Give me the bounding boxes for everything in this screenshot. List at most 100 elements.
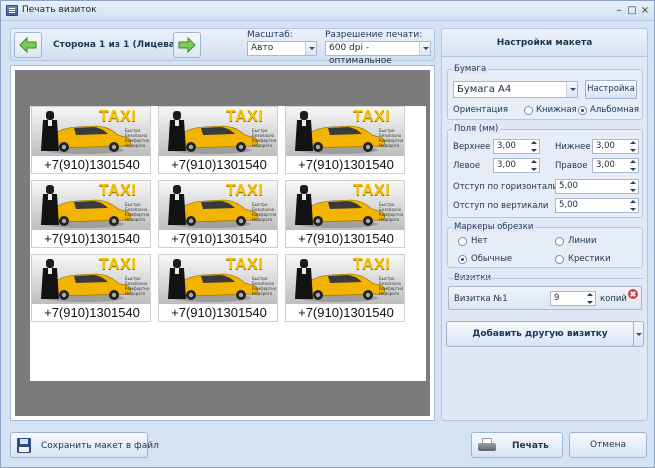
card-tagline: Быстро Безопасно Комфортно Недорого bbox=[252, 202, 277, 222]
card-tagline: Быстро Безопасно Комфортно Недорого bbox=[379, 276, 404, 296]
chevron-down-icon[interactable] bbox=[419, 42, 430, 55]
right-margin-value: 3,00 bbox=[596, 160, 615, 170]
remove-card-icon[interactable] bbox=[628, 289, 638, 299]
portrait-label: Книжная bbox=[536, 105, 577, 115]
left-margin-value: 3,00 bbox=[497, 160, 516, 170]
card-brand: TAXI bbox=[99, 256, 137, 273]
margins-group-title: Поля (мм) bbox=[452, 124, 501, 134]
add-card-button[interactable]: Добавить другую визитку bbox=[446, 321, 634, 347]
spinner-icon[interactable] bbox=[629, 141, 637, 152]
vgap-label: Отступ по вертикали bbox=[453, 201, 549, 211]
card-brand: TAXI bbox=[226, 256, 264, 273]
crop-none-label: Нет bbox=[471, 236, 488, 246]
card-phone: +7(910)1301540 bbox=[298, 157, 394, 172]
right-margin-input[interactable]: 3,00 bbox=[592, 158, 639, 173]
print-label: Печать bbox=[512, 441, 549, 451]
next-page-button[interactable] bbox=[173, 32, 201, 58]
business-card: TAXI Быстро Безопасно Комфортно Недорого +… bbox=[158, 180, 278, 248]
card-phone: +7(910)1301540 bbox=[171, 231, 267, 246]
prev-page-button[interactable] bbox=[14, 32, 42, 58]
card-phone: +7(910)1301540 bbox=[44, 157, 140, 172]
chevron-down-icon[interactable] bbox=[305, 42, 316, 55]
card-brand: TAXI bbox=[99, 108, 137, 125]
card-brand: TAXI bbox=[226, 182, 264, 199]
minimize-icon[interactable]: – bbox=[612, 4, 626, 17]
bottom-margin-value: 3,00 bbox=[596, 141, 615, 151]
resolution-value: 600 dpi - оптимальное bbox=[329, 43, 392, 66]
business-card: TAXI Быстро Безопасно Комфортно Недорого +… bbox=[158, 254, 278, 322]
left-margin-input[interactable]: 3,00 bbox=[493, 158, 540, 173]
hgap-input[interactable]: 5,00 bbox=[555, 179, 639, 194]
top-margin-input[interactable]: 3,00 bbox=[493, 139, 540, 154]
crop-normal-radio[interactable] bbox=[458, 255, 467, 264]
spinner-icon[interactable] bbox=[530, 141, 538, 152]
chevron-down-icon[interactable] bbox=[633, 321, 644, 347]
spinner-icon[interactable] bbox=[629, 160, 637, 171]
app-icon bbox=[6, 5, 18, 16]
spinner-icon[interactable] bbox=[629, 181, 637, 192]
copies-label: копий bbox=[600, 294, 627, 304]
left-margin-label: Левое bbox=[453, 161, 481, 171]
card-tagline: Быстро Безопасно Комфортно Недорого bbox=[379, 202, 404, 222]
maximize-icon[interactable]: □ bbox=[625, 4, 639, 17]
card-phone: +7(910)1301540 bbox=[171, 305, 267, 320]
preview-toolbar: Сторона 1 из 1 (Лицевая) Масштаб: Авто Р… bbox=[10, 28, 435, 66]
paper-sheet: TAXI Быстро Безопасно Комфортно Недорого +… bbox=[30, 106, 426, 381]
margins-group: Поля (мм) Верхнее 3,00 Нижнее 3,00 Левое… bbox=[447, 124, 643, 218]
card-phone: +7(910)1301540 bbox=[44, 305, 140, 320]
landscape-label: Альбомная bbox=[590, 105, 639, 115]
settings-header: Настройки макета bbox=[442, 29, 647, 57]
close-icon[interactable]: × bbox=[638, 4, 652, 17]
paper-setup-button[interactable]: Настройка bbox=[585, 80, 637, 99]
paper-select[interactable]: Бумага А4 bbox=[453, 81, 578, 98]
top-margin-value: 3,00 bbox=[497, 141, 516, 151]
crop-none-radio[interactable] bbox=[458, 237, 467, 246]
business-card: TAXI Быстро Безопасно Комфортно Недорого +… bbox=[285, 180, 405, 248]
card-tagline: Быстро Безопасно Комфортно Недорого bbox=[125, 128, 150, 148]
business-card: TAXI Быстро Безопасно Комфортно Недорого +… bbox=[31, 106, 151, 174]
copies-input[interactable]: 9 bbox=[550, 291, 596, 306]
spinner-icon[interactable] bbox=[530, 160, 538, 171]
paper-group: Бумага Бумага А4 Настройка Ориентация Кн… bbox=[447, 64, 643, 120]
landscape-radio[interactable] bbox=[578, 106, 587, 115]
spinner-icon[interactable] bbox=[586, 293, 594, 304]
chevron-down-icon[interactable] bbox=[566, 82, 577, 97]
card-phone: +7(910)1301540 bbox=[298, 305, 394, 320]
save-layout-label: Сохранить макет в файл bbox=[41, 441, 159, 451]
card-brand: TAXI bbox=[226, 108, 264, 125]
scale-value: Авто bbox=[251, 43, 274, 53]
save-layout-button[interactable]: Сохранить макет в файл bbox=[10, 432, 159, 458]
print-button[interactable]: Печать bbox=[471, 432, 563, 458]
card-tagline: Быстро Безопасно Комфортно Недорого bbox=[125, 202, 150, 222]
card-phone: +7(910)1301540 bbox=[298, 231, 394, 246]
card-tagline: Быстро Безопасно Комфортно Недорого bbox=[252, 276, 277, 296]
cancel-button[interactable]: Отмена bbox=[569, 432, 647, 458]
top-margin-label: Верхнее bbox=[453, 142, 491, 152]
card-brand: TAXI bbox=[353, 256, 391, 273]
vgap-value: 5,00 bbox=[559, 200, 578, 210]
orientation-label: Ориентация bbox=[453, 105, 508, 115]
window-title: Печать визиток bbox=[22, 5, 97, 15]
scale-select[interactable]: Авто bbox=[247, 41, 317, 56]
arrow-right-icon bbox=[178, 37, 196, 53]
portrait-radio[interactable] bbox=[524, 106, 533, 115]
copies-value: 9 bbox=[554, 293, 560, 303]
crop-crosses-label: Крестики bbox=[568, 254, 611, 264]
card-brand: TAXI bbox=[99, 182, 137, 199]
crop-crosses-radio[interactable] bbox=[555, 255, 564, 264]
vgap-input[interactable]: 5,00 bbox=[555, 198, 639, 213]
crop-marks-group: Маркеры обрезки Нет Линии Обычные Крести… bbox=[447, 222, 643, 268]
bottom-margin-input[interactable]: 3,00 bbox=[592, 139, 639, 154]
scale-label: Масштаб: bbox=[247, 30, 293, 40]
card-list-item[interactable]: Визитка №1 9 копий bbox=[448, 286, 642, 310]
card-phone: +7(910)1301540 bbox=[171, 157, 267, 172]
card-phone: +7(910)1301540 bbox=[44, 231, 140, 246]
spinner-icon[interactable] bbox=[629, 200, 637, 211]
card-brand: TAXI bbox=[353, 108, 391, 125]
layout-preview: TAXI Быстро Безопасно Комфортно Недорого +… bbox=[10, 65, 435, 421]
resolution-select[interactable]: 600 dpi - оптимальное bbox=[325, 41, 431, 66]
layout-settings-panel: Настройки макета Бумага Бумага А4 Настро… bbox=[441, 28, 648, 421]
cards-divider bbox=[447, 278, 643, 279]
crop-lines-radio[interactable] bbox=[555, 237, 564, 246]
card-brand: TAXI bbox=[353, 182, 391, 199]
